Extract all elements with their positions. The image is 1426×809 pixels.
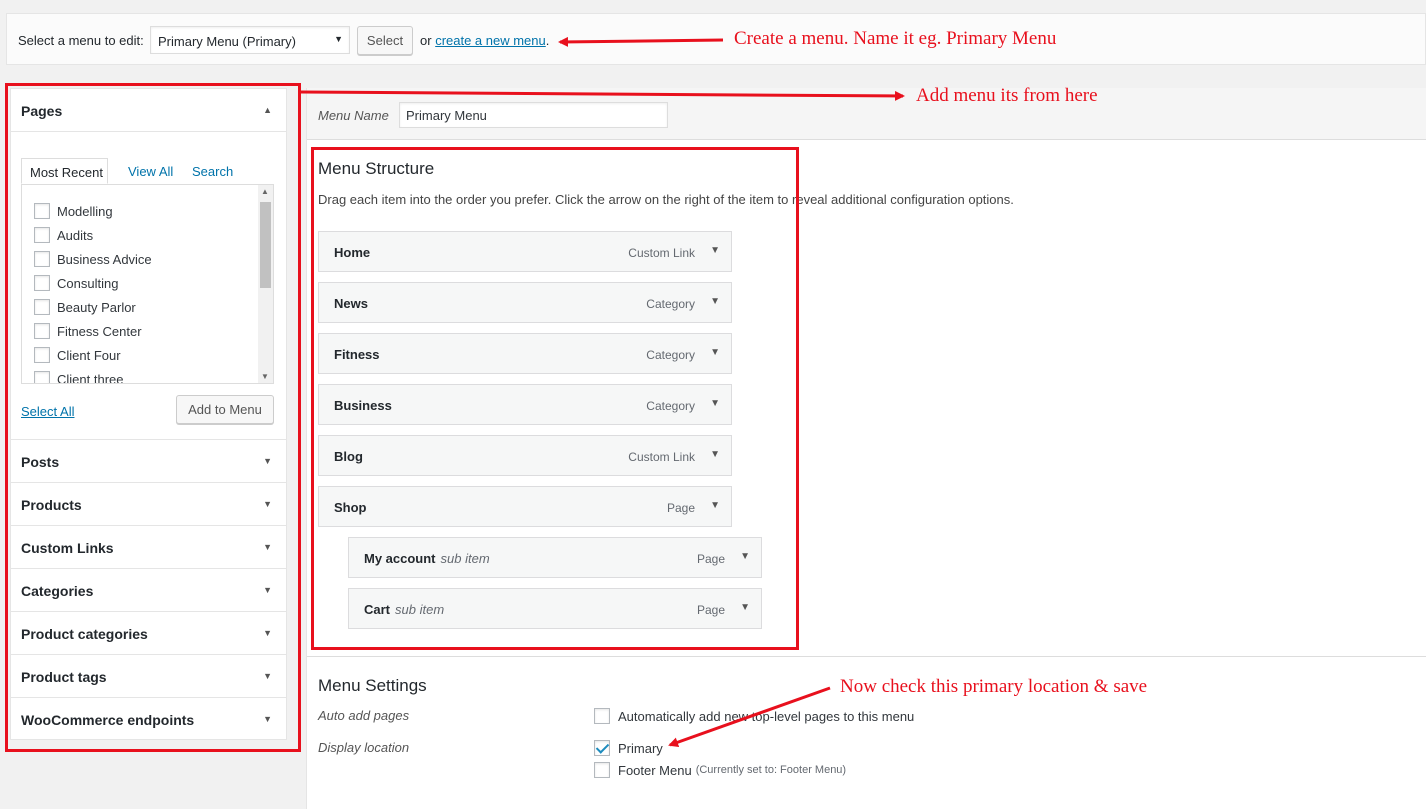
arrow-add-items bbox=[300, 90, 905, 101]
arrow-create-menu bbox=[558, 36, 724, 47]
annotation-add-items: Add menu its from here bbox=[916, 85, 1098, 106]
annotation-arrows bbox=[300, 36, 905, 748]
arrow-primary-location bbox=[668, 686, 831, 748]
annotation-check-location: Now check this primary location & save bbox=[840, 676, 1148, 697]
annotation-create-menu: Create a menu. Name it eg. Primary Menu bbox=[734, 28, 1057, 49]
